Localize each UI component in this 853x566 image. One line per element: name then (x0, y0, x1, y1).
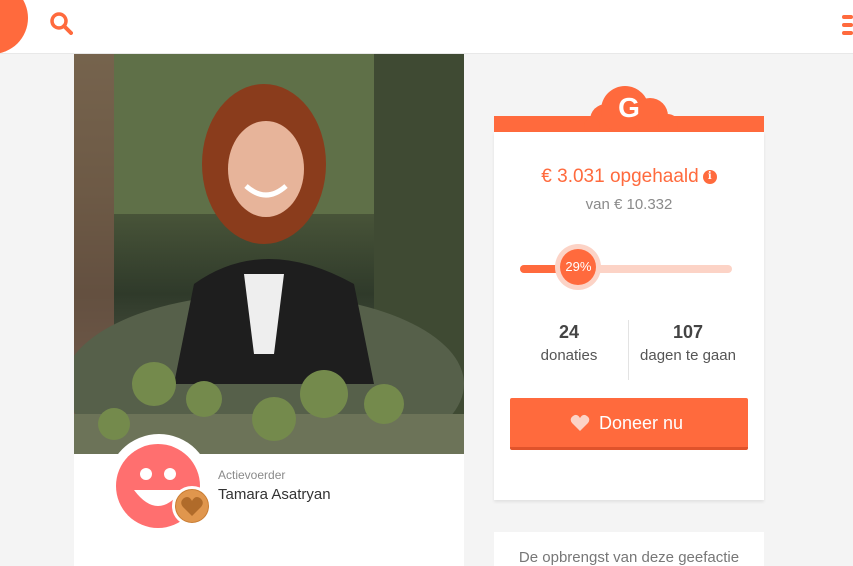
info-card-text: De opbrengst van deze geefactie (518, 549, 740, 566)
stat-days-left: 107 dagen te gaan (629, 322, 747, 364)
progress-indicator: 29% (555, 244, 602, 290)
top-navigation-bar (0, 0, 853, 54)
hamburger-menu-icon[interactable] (842, 14, 853, 36)
campaign-card: Actievoerder Tamara Asatryan (74, 54, 464, 566)
progress-bar: 29% (520, 244, 732, 290)
funding-card: G € 3.031 opgehaald i van € 10.332 29% 24… (494, 86, 764, 500)
stat-days-left-label: dagen te gaan (640, 347, 736, 364)
funding-card-body: € 3.031 opgehaald i van € 10.332 29% 24 d… (494, 132, 764, 500)
progress-label: 29% (560, 249, 597, 285)
donate-button-label: Doneer nu (599, 413, 684, 433)
category-letter: G (618, 92, 640, 123)
organizer-name[interactable]: Tamara Asatryan (218, 486, 331, 503)
brand-logo[interactable] (0, 0, 28, 54)
info-icon[interactable]: i (702, 169, 717, 184)
campaign-photo[interactable] (74, 54, 464, 454)
donate-button[interactable]: Doneer nu (510, 398, 748, 450)
stat-donations-value: 24 (558, 322, 580, 342)
stat-days-left-value: 107 (672, 322, 704, 342)
stat-donations-label: donaties (540, 347, 598, 364)
organizer-avatar-wrapper[interactable] (107, 434, 212, 538)
heart-icon (570, 414, 590, 431)
raised-amount: € 3.031 opgehaald i (494, 166, 764, 188)
campaign-photo-illustration (74, 54, 464, 454)
goal-amount: van € 10.332 (585, 196, 673, 213)
info-card: De opbrengst van deze geefactie (494, 532, 764, 566)
raised-amount-text: € 3.031 opgehaald (541, 166, 699, 187)
search-icon[interactable] (49, 11, 73, 35)
organizer-role: Actievoerder (218, 468, 286, 482)
heart-badge-icon (172, 486, 212, 526)
stat-donations: 24 donaties (510, 322, 628, 364)
